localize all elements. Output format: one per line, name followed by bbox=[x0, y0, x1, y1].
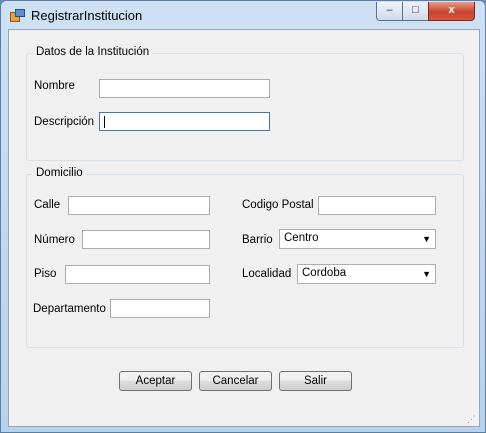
piso-label: Piso bbox=[34, 268, 57, 280]
numero-input[interactable] bbox=[82, 230, 210, 249]
localidad-selected-value: Cordoba bbox=[302, 267, 347, 279]
text-caret bbox=[104, 116, 105, 128]
window: RegistrarInstitucion – □ x Datos de la I… bbox=[0, 0, 486, 433]
descripcion-label: Descripción bbox=[34, 116, 95, 128]
chevron-down-icon[interactable]: ▼ bbox=[422, 234, 431, 244]
salir-button[interactable]: Salir bbox=[279, 371, 352, 391]
app-icon bbox=[10, 9, 25, 22]
size-grip-icon[interactable]: ⋰ bbox=[467, 414, 477, 424]
descripcion-input[interactable] bbox=[99, 112, 270, 131]
barrio-label: Barrio bbox=[242, 234, 273, 246]
form-client-area: Datos de la Institución Nombre Descripci… bbox=[8, 29, 480, 427]
piso-input[interactable] bbox=[65, 265, 210, 284]
barrio-selected-value: Centro bbox=[284, 232, 319, 244]
close-button[interactable]: x bbox=[428, 2, 475, 21]
nombre-label: Nombre bbox=[34, 80, 75, 92]
group-domicilio-title: Domicilio bbox=[33, 167, 86, 179]
group-institucion: Datos de la Institución bbox=[26, 46, 464, 161]
minimize-button[interactable]: – bbox=[376, 2, 403, 21]
nombre-input[interactable] bbox=[99, 79, 270, 98]
chevron-down-icon[interactable]: ▼ bbox=[422, 269, 431, 279]
codigo-postal-label: Codigo Postal bbox=[242, 199, 314, 211]
departamento-input[interactable] bbox=[110, 299, 210, 318]
localidad-select[interactable]: Cordoba ▼ bbox=[297, 264, 436, 284]
calle-input[interactable] bbox=[68, 196, 210, 215]
codigo-postal-input[interactable] bbox=[318, 196, 436, 215]
numero-label: Número bbox=[34, 234, 75, 246]
calle-label: Calle bbox=[34, 199, 61, 211]
cancelar-button[interactable]: Cancelar bbox=[199, 371, 272, 391]
localidad-label: Localidad bbox=[242, 268, 292, 280]
title-bar[interactable]: RegistrarInstitucion – □ x bbox=[1, 1, 485, 29]
group-institucion-title: Datos de la Institución bbox=[33, 46, 153, 58]
departamento-label: Departamento bbox=[33, 303, 106, 315]
aceptar-button[interactable]: Aceptar bbox=[119, 371, 192, 391]
maximize-button[interactable]: □ bbox=[402, 2, 429, 21]
barrio-select[interactable]: Centro ▼ bbox=[279, 229, 436, 249]
window-title: RegistrarInstitucion bbox=[31, 8, 143, 23]
